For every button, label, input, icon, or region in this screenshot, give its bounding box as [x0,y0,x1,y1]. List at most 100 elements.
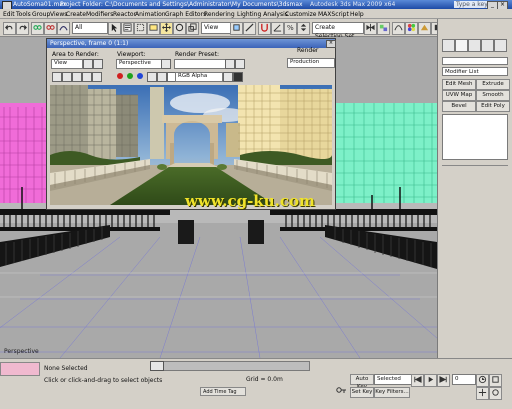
material-editor-icon[interactable] [405,22,418,35]
window-crossing-icon[interactable] [147,22,160,35]
menu-create[interactable]: Create [66,11,86,18]
render-preset-label: Render Preset: [175,51,219,58]
menu-edit[interactable]: Edit [3,11,15,18]
modify-tab-icon[interactable] [455,39,468,52]
time-slider-track[interactable] [150,361,310,371]
current-frame-field[interactable]: 0 [452,374,476,385]
create-tab-icon[interactable] [442,39,455,52]
menu-bar: Edit Tools Group Views Create Modifiers … [0,9,512,19]
redo-icon[interactable] [16,22,29,35]
orbit-icon[interactable] [489,387,502,400]
red-channel-icon[interactable] [117,73,123,79]
prompt-line: Click or click-and-drag to select object… [44,377,163,384]
toggle-ui-icon[interactable] [223,72,233,82]
unlink-icon[interactable] [44,22,57,35]
named-selection-dropdown[interactable]: Create Selection Set [312,22,364,40]
modifier-button-smooth[interactable]: Smooth [476,90,510,101]
manipulate-icon[interactable] [243,22,256,35]
render-mode-dropdown[interactable]: Production [287,58,335,68]
modifier-button-extrude[interactable]: Extrude [476,79,510,90]
auto-region-icon[interactable] [93,59,103,69]
menu-views[interactable]: Views [50,11,67,18]
bind-spacewarp-icon[interactable] [57,22,70,35]
motion-tab-icon[interactable] [481,39,494,52]
clone-window-icon[interactable] [72,72,82,82]
pan-view-icon[interactable] [476,387,489,400]
render-window-close-icon[interactable]: × [326,40,336,48]
menu-graph-editors[interactable]: Graph Editors [165,11,206,18]
maxscript-listener-mini[interactable] [0,362,40,376]
menu-group[interactable]: Group [32,11,50,18]
area-to-render-dropdown[interactable]: View [51,59,83,69]
time-config-icon[interactable] [476,374,489,387]
hierarchy-tab-icon[interactable] [468,39,481,52]
clear-image-icon[interactable] [92,72,102,82]
render-setup-small-icon[interactable] [225,59,235,69]
menu-rendering[interactable]: Rendering [204,11,235,18]
modifier-button-edit-mesh[interactable]: Edit Mesh [442,79,476,90]
select-by-name-icon[interactable] [121,22,134,35]
object-name-field[interactable] [442,57,508,65]
rotate-icon[interactable] [173,22,186,35]
curve-editor-icon[interactable] [392,22,405,35]
angle-snap-icon[interactable] [271,22,284,35]
utilities-tab-icon[interactable] [494,39,507,52]
time-slider-thumb[interactable] [150,361,164,371]
toggle-overlay-icon[interactable] [233,72,243,82]
render-preset-dropdown[interactable] [174,59,226,69]
select-object-icon[interactable] [108,22,121,35]
menu-lighting-analysis[interactable]: Lighting Analysis [237,11,288,18]
help-search[interactable]: Type a keyword [454,1,488,8]
edit-region-icon[interactable] [83,59,93,69]
scale-icon[interactable] [186,22,199,35]
menu-help[interactable]: Help [350,11,364,18]
menu-customize[interactable]: Customize [285,11,317,18]
key-icon[interactable] [336,385,346,395]
green-channel-icon[interactable] [127,73,133,79]
render-setup-icon[interactable] [418,22,431,35]
print-image-icon[interactable] [82,72,92,82]
go-to-start-icon[interactable] [411,374,424,387]
modifier-stack-list[interactable] [442,114,508,160]
lock-viewport-icon[interactable] [161,59,171,69]
modifier-button-edit-poly[interactable]: Edit Poly [476,101,510,112]
menu-animation[interactable]: Animation [135,11,166,18]
key-filter-dropdown[interactable]: Selected [374,374,412,385]
snaps-icon[interactable] [258,22,271,35]
undo-icon[interactable] [3,22,16,35]
rect-selection-icon[interactable] [134,22,147,35]
move-icon[interactable] [160,22,173,35]
percent-snap-icon[interactable]: % [284,22,297,35]
modifier-button-uvw-map[interactable]: UVW Map [442,90,476,101]
viewport-dropdown[interactable]: Perspective [116,59,162,69]
menu-modifiers[interactable]: Modifiers [86,11,113,18]
environment-icon[interactable] [235,59,245,69]
title-bar: AutoSoma01.max Project Folder: C:\Docume… [0,0,512,10]
auto-key-button[interactable]: Auto Key [350,374,374,390]
blue-channel-icon[interactable] [137,73,143,79]
play-icon[interactable] [424,374,437,387]
menu-reactor[interactable]: Reactor [113,11,136,18]
key-filters-button[interactable]: Key Filters... [374,387,410,398]
selection-filter-dropdown[interactable]: All [72,22,108,34]
spinner-snap-icon[interactable] [297,22,310,35]
menu-tools[interactable]: Tools [16,11,31,18]
pivot-center-icon[interactable] [230,22,243,35]
add-time-tag-button[interactable]: Add Time Tag [200,387,246,396]
monochrome-icon[interactable] [157,72,167,82]
alpha-channel-icon[interactable] [147,72,157,82]
modifier-list-dropdown[interactable]: Modifier List [442,67,508,76]
channel-display-dropdown[interactable]: RGB Alpha [175,72,223,82]
save-image-icon[interactable] [52,72,62,82]
copy-image-icon[interactable] [62,72,72,82]
menu-maxscript[interactable]: MAXScript [318,11,349,18]
select-link-icon[interactable] [31,22,44,35]
zoom-extents-icon[interactable] [489,374,502,387]
set-key-button[interactable]: Set Key [350,387,374,398]
align-icon[interactable] [377,22,390,35]
reference-coord-dropdown[interactable]: View [201,22,231,34]
go-to-end-icon[interactable] [437,374,450,387]
modifier-button-bevel[interactable]: Bevel [442,101,476,112]
grid-size: Grid = 0.0m [246,376,283,383]
mirror-icon[interactable] [364,22,377,35]
